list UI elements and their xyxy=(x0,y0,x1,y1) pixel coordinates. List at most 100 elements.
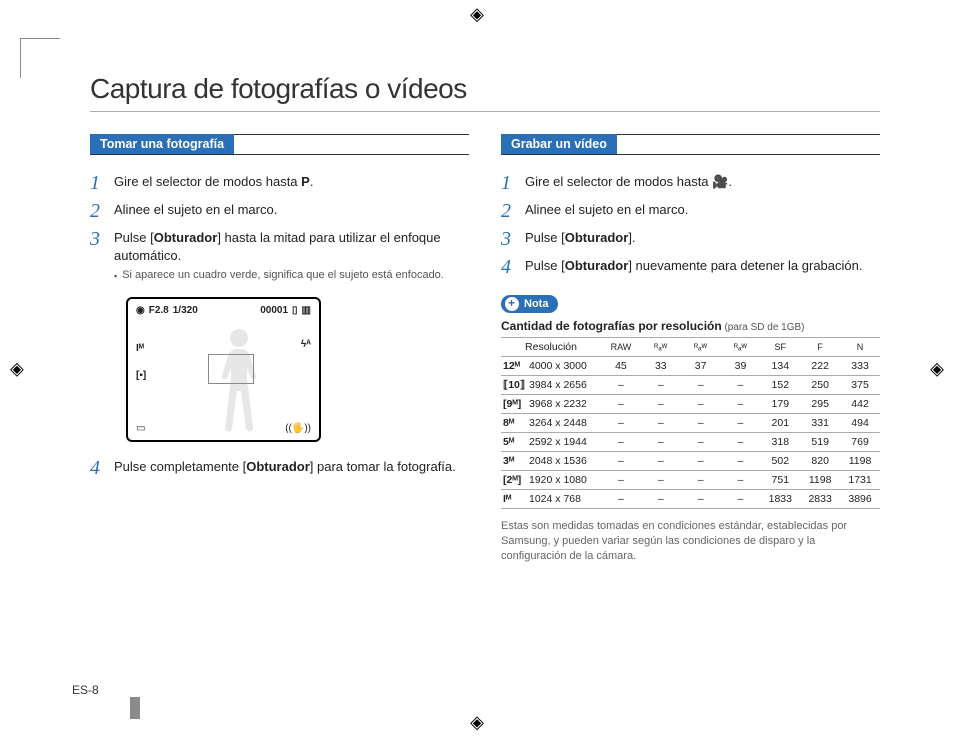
count-cell: – xyxy=(601,490,641,509)
count-cell: 442 xyxy=(840,395,880,414)
count-cell: 502 xyxy=(760,452,800,471)
size-icon: [9ᴹ] xyxy=(501,395,527,414)
two-column-layout: Tomar una fotografía 1 Gire el selector … xyxy=(90,134,880,564)
count-cell: – xyxy=(641,376,681,395)
col-raw: RAW xyxy=(601,338,641,357)
video-step-3: 3 Pulse [Obturador]. xyxy=(501,229,880,249)
step-number: 1 xyxy=(90,173,114,193)
quality-icon: [▪] xyxy=(136,366,146,385)
drive-mode-icon: ▭ xyxy=(136,423,145,434)
flash-auto-icon: ϟᴬ xyxy=(301,339,311,350)
aperture-value: F2.8 xyxy=(149,305,169,316)
step-subtext: Si aparece un cuadro verde, significa qu… xyxy=(114,268,469,283)
count-cell: 179 xyxy=(760,395,800,414)
count-cell: 295 xyxy=(800,395,840,414)
resolution-value: 1920 x 1080 xyxy=(527,471,601,490)
count-cell: – xyxy=(721,433,761,452)
left-column: Tomar una fotografía 1 Gire el selector … xyxy=(90,134,469,564)
count-cell: 201 xyxy=(760,414,800,433)
registration-mark-icon: ◈ xyxy=(470,4,484,25)
count-cell: – xyxy=(641,490,681,509)
crop-corner-icon xyxy=(20,38,60,78)
count-cell: – xyxy=(681,376,721,395)
count-cell: – xyxy=(641,395,681,414)
table-row: [2ᴹ]1920 x 1080––––75111981731 xyxy=(501,471,880,490)
col-resolution: Resolución xyxy=(501,338,601,357)
count-cell: 331 xyxy=(800,414,840,433)
count-cell: 318 xyxy=(760,433,800,452)
battery-icon: ▥ xyxy=(302,305,311,316)
page-number: ES-8 xyxy=(72,683,99,697)
photo-steps: 1 Gire el selector de modos hasta P. 2 A… xyxy=(90,173,469,283)
count-cell: – xyxy=(721,490,761,509)
mode-p-icon: P xyxy=(301,174,310,189)
resolution-value: 3968 x 2232 xyxy=(527,395,601,414)
photo-step-3: 3 Pulse [Obturador] hasta la mitad para … xyxy=(90,229,469,283)
col-superfine: SF xyxy=(760,338,800,357)
count-cell: – xyxy=(721,376,761,395)
count-cell: – xyxy=(601,452,641,471)
photo-step-1: 1 Gire el selector de modos hasta P. xyxy=(90,173,469,193)
count-cell: – xyxy=(601,433,641,452)
count-cell: – xyxy=(681,490,721,509)
count-cell: – xyxy=(641,452,681,471)
lcd-bottom-row: ▭ ((🖐)) xyxy=(136,423,311,434)
lcd-top-row: ◉ F2.8 1/320 00001 ▯ ▥ xyxy=(136,305,311,316)
count-cell: 2833 xyxy=(800,490,840,509)
count-cell: 134 xyxy=(760,357,800,376)
size-icon: [2ᴹ] xyxy=(501,471,527,490)
step-number: 3 xyxy=(501,229,525,249)
count-cell: – xyxy=(601,376,641,395)
count-cell: – xyxy=(641,414,681,433)
size-icon: ⟦10⟧ xyxy=(501,376,527,395)
resolution-table: Resolución RAW ᴿₐᵂ ᴿₐᵂ ᴿₐᵂ SF F N 12ᴹ400… xyxy=(501,337,880,509)
size-icon: 12ᴹ xyxy=(501,357,527,376)
step-number: 3 xyxy=(90,229,114,283)
count-cell: 3896 xyxy=(840,490,880,509)
count-cell: 769 xyxy=(840,433,880,452)
page-tab-indicator xyxy=(130,697,140,719)
col-raw-n: ᴿₐᵂ xyxy=(721,338,761,357)
count-cell: 222 xyxy=(800,357,840,376)
table-row: ⟦10⟧3984 x 2656––––152250375 xyxy=(501,376,880,395)
count-cell: 39 xyxy=(721,357,761,376)
mode-icon: ◉ xyxy=(136,305,145,316)
count-cell: – xyxy=(641,471,681,490)
card-icon: ▯ xyxy=(292,305,298,316)
page-title: Captura de fotografías o vídeos xyxy=(90,73,880,105)
count-cell: – xyxy=(721,414,761,433)
count-cell: – xyxy=(721,395,761,414)
count-cell: 152 xyxy=(760,376,800,395)
video-step-4: 4 Pulse [Obturador] nuevamente para dete… xyxy=(501,257,880,277)
photo-steps-cont: 4 Pulse completamente [Obturador] para t… xyxy=(90,458,469,478)
step-text: Pulse completamente [Obturador] para tom… xyxy=(114,458,469,478)
count-cell: – xyxy=(641,433,681,452)
registration-mark-icon: ◈ xyxy=(470,712,484,733)
count-cell: 1198 xyxy=(800,471,840,490)
video-step-2: 2 Alinee el sujeto en el marco. xyxy=(501,201,880,221)
size-icon: Iᴹ xyxy=(501,490,527,509)
note-badge: Nota xyxy=(501,295,558,313)
video-step-1: 1 Gire el selector de modos hasta 🎥. xyxy=(501,173,880,193)
resolution-value: 2048 x 1536 xyxy=(527,452,601,471)
count-cell: – xyxy=(681,452,721,471)
count-cell: 751 xyxy=(760,471,800,490)
count-cell: 1731 xyxy=(840,471,880,490)
count-cell: 375 xyxy=(840,376,880,395)
table-row: [9ᴹ]3968 x 2232––––179295442 xyxy=(501,395,880,414)
section-header-photo: Tomar una fotografía xyxy=(90,134,469,155)
video-steps: 1 Gire el selector de modos hasta 🎥. 2 A… xyxy=(501,173,880,277)
resolution-value: 3984 x 2656 xyxy=(527,376,601,395)
step-number: 2 xyxy=(90,201,114,221)
right-column: Grabar un vídeo 1 Gire el selector de mo… xyxy=(501,134,880,564)
title-rule xyxy=(90,111,880,112)
registration-mark-icon: ◈ xyxy=(10,358,24,379)
size-icon: 3ᴹ xyxy=(501,452,527,471)
table-row: 12ᴹ4000 x 300045333739134222333 xyxy=(501,357,880,376)
camera-lcd-preview: ◉ F2.8 1/320 00001 ▯ ▥ Iᴹ [▪] xyxy=(126,297,321,442)
step-text: Alinee el sujeto en el marco. xyxy=(525,201,880,221)
count-cell: 494 xyxy=(840,414,880,433)
resolution-value: 2592 x 1944 xyxy=(527,433,601,452)
photo-step-4: 4 Pulse completamente [Obturador] para t… xyxy=(90,458,469,478)
section-header-video: Grabar un vídeo xyxy=(501,134,880,155)
